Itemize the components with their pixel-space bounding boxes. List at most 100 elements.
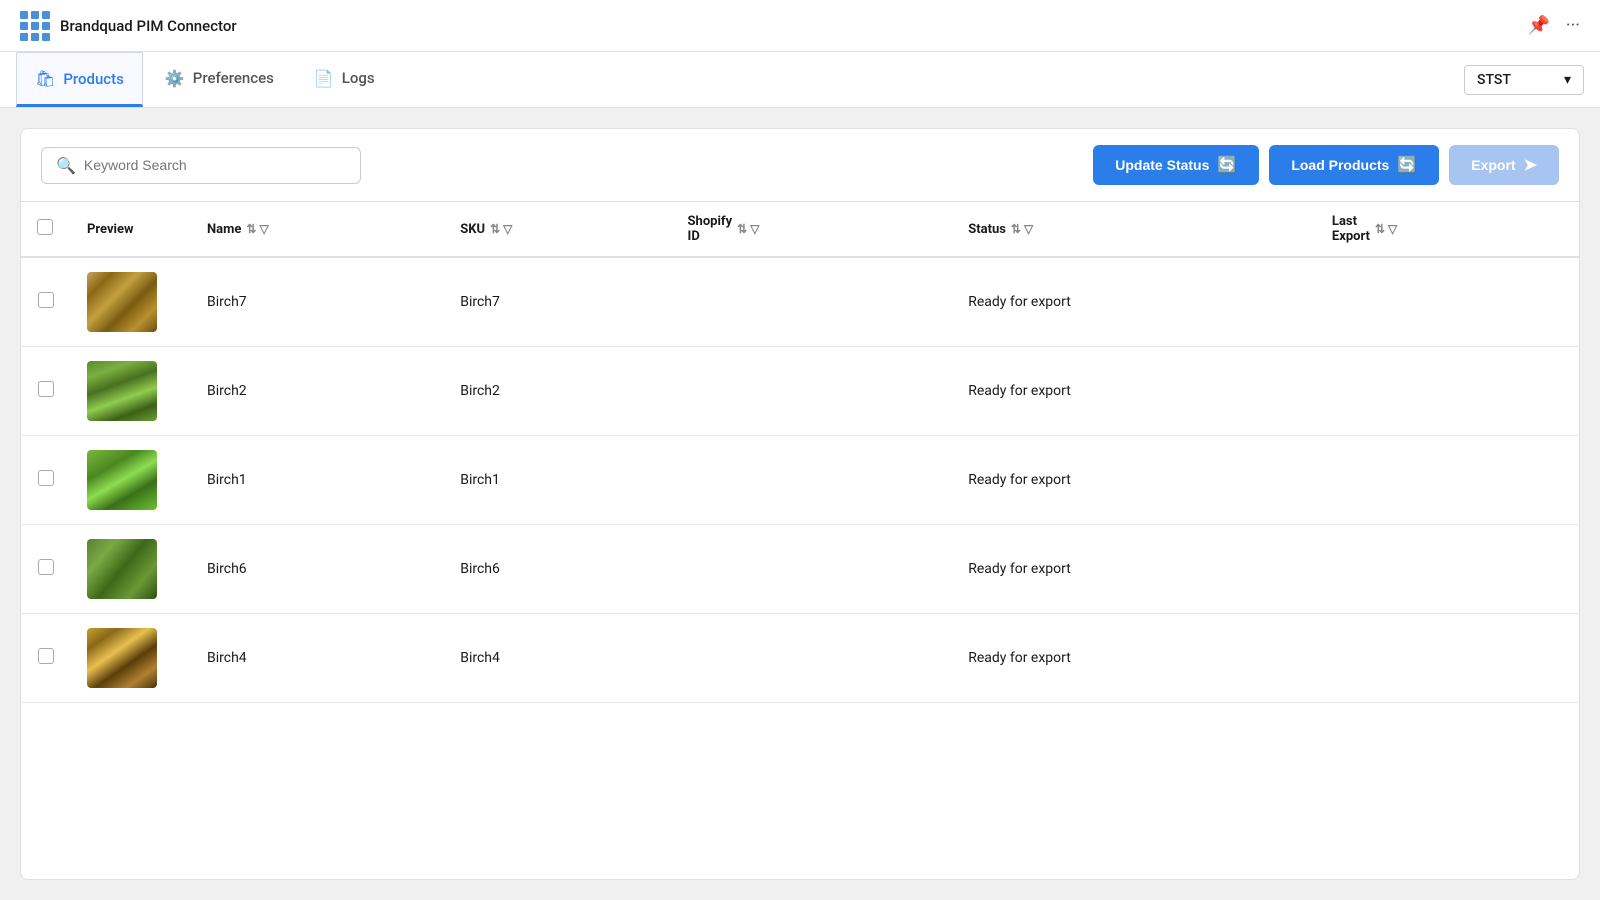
update-status-label: Update Status: [1115, 157, 1209, 173]
row-checkbox-cell: [21, 436, 71, 525]
last-export-filter-icon[interactable]: ▽: [1388, 222, 1397, 236]
update-status-button[interactable]: Update Status 🔄: [1093, 145, 1259, 185]
store-selector[interactable]: STST ▾: [1464, 65, 1584, 95]
export-icon: ➤: [1524, 155, 1537, 175]
row-status-cell: Ready for export: [952, 436, 1316, 525]
row-status-cell: Ready for export: [952, 525, 1316, 614]
table-row: Birch1 Birch1 Ready for export: [21, 436, 1579, 525]
table-row: Birch2 Birch2 Ready for export: [21, 347, 1579, 436]
row-sku-cell: Birch4: [444, 614, 671, 703]
sku-sort-icon[interactable]: ⇅: [490, 222, 500, 236]
row-checkbox[interactable]: [38, 648, 54, 664]
app-grid-icon: [20, 11, 50, 41]
row-name-cell: Birch2: [191, 347, 444, 436]
load-products-icon: 🔄: [1397, 155, 1417, 175]
row-shopify-id-cell: [672, 525, 953, 614]
product-thumbnail: [87, 539, 157, 599]
tab-products[interactable]: 🛍 Products: [16, 52, 143, 107]
sku-filter-icon[interactable]: ▽: [503, 222, 512, 236]
row-name-cell: Birch7: [191, 257, 444, 347]
row-status-cell: Ready for export: [952, 257, 1316, 347]
select-all-header: [21, 202, 71, 257]
row-shopify-id-cell: [672, 614, 953, 703]
search-input[interactable]: [84, 157, 346, 173]
row-checkbox[interactable]: [38, 470, 54, 486]
products-tab-label: Products: [63, 70, 124, 88]
row-last-export-cell: [1316, 614, 1579, 703]
more-options-icon[interactable]: ···: [1566, 15, 1580, 36]
products-tab-icon: 🛍: [35, 69, 55, 88]
row-preview-cell: [71, 257, 191, 347]
row-preview-cell: [71, 436, 191, 525]
row-sku-cell: Birch1: [444, 436, 671, 525]
store-selector-container: STST ▾: [1464, 52, 1584, 107]
row-preview-cell: [71, 347, 191, 436]
pin-icon[interactable]: 📌: [1527, 15, 1549, 36]
product-thumbnail: [87, 272, 157, 332]
shopify-id-filter-icon[interactable]: ▽: [750, 222, 759, 236]
preferences-tab-icon: ⚙️: [165, 69, 185, 88]
products-table: Preview Name ⇅ ▽: [21, 202, 1579, 703]
preview-column-header: Preview: [71, 202, 191, 257]
logs-tab-icon: 📄: [314, 69, 334, 88]
app-title: Brandquad PIM Connector: [60, 17, 237, 35]
name-column-header: Name ⇅ ▽: [191, 202, 444, 257]
shopify-id-sort-icon[interactable]: ⇅: [737, 222, 747, 236]
row-shopify-id-cell: [672, 257, 953, 347]
row-checkbox-cell: [21, 347, 71, 436]
load-products-button[interactable]: Load Products 🔄: [1269, 145, 1439, 185]
row-sku-cell: Birch7: [444, 257, 671, 347]
row-shopify-id-cell: [672, 436, 953, 525]
row-name-cell: Birch1: [191, 436, 444, 525]
sku-column-header: SKU ⇅ ▽: [444, 202, 671, 257]
row-checkbox[interactable]: [38, 559, 54, 575]
load-products-label: Load Products: [1291, 157, 1389, 173]
chevron-down-icon: ▾: [1564, 72, 1571, 88]
export-label: Export: [1471, 157, 1515, 173]
top-bar: Brandquad PIM Connector 📌 ···: [0, 0, 1600, 52]
tab-logs[interactable]: 📄 Logs: [296, 52, 393, 107]
export-button[interactable]: Export ➤: [1449, 145, 1559, 185]
row-name-cell: Birch4: [191, 614, 444, 703]
table-row: Birch6 Birch6 Ready for export: [21, 525, 1579, 614]
row-shopify-id-cell: [672, 347, 953, 436]
row-checkbox-cell: [21, 257, 71, 347]
table-row: Birch7 Birch7 Ready for export: [21, 257, 1579, 347]
row-preview-cell: [71, 614, 191, 703]
nav-tabs: 🛍 Products ⚙️ Preferences 📄 Logs STST ▾: [0, 52, 1600, 108]
product-thumbnail: [87, 628, 157, 688]
row-preview-cell: [71, 525, 191, 614]
last-export-sort-icon[interactable]: ⇅: [1375, 222, 1385, 236]
app-branding: Brandquad PIM Connector: [20, 11, 237, 41]
row-checkbox-cell: [21, 525, 71, 614]
row-last-export-cell: [1316, 436, 1579, 525]
row-sku-cell: Birch2: [444, 347, 671, 436]
row-checkbox[interactable]: [38, 381, 54, 397]
status-column-header: Status ⇅ ▽: [952, 202, 1316, 257]
row-checkbox[interactable]: [38, 292, 54, 308]
row-sku-cell: Birch6: [444, 525, 671, 614]
main-content: 🔍 Update Status 🔄 Load Products 🔄 Export…: [0, 108, 1600, 900]
row-name-cell: Birch6: [191, 525, 444, 614]
name-sort-icon[interactable]: ⇅: [246, 222, 256, 236]
row-last-export-cell: [1316, 257, 1579, 347]
table-row: Birch4 Birch4 Ready for export: [21, 614, 1579, 703]
toolbar-buttons: Update Status 🔄 Load Products 🔄 Export ➤: [1093, 145, 1559, 185]
update-status-icon: 🔄: [1217, 155, 1237, 175]
status-sort-icon[interactable]: ⇅: [1011, 222, 1021, 236]
preferences-tab-label: Preferences: [193, 69, 274, 87]
tab-preferences[interactable]: ⚙️ Preferences: [147, 52, 292, 107]
row-last-export-cell: [1316, 525, 1579, 614]
name-filter-icon[interactable]: ▽: [259, 222, 268, 236]
select-all-checkbox[interactable]: [37, 219, 53, 235]
nav-tabs-left: 🛍 Products ⚙️ Preferences 📄 Logs: [16, 52, 393, 107]
row-checkbox-cell: [21, 614, 71, 703]
content-card: 🔍 Update Status 🔄 Load Products 🔄 Export…: [20, 128, 1580, 880]
status-filter-icon[interactable]: ▽: [1024, 222, 1033, 236]
top-bar-actions: 📌 ···: [1527, 15, 1580, 36]
product-thumbnail: [87, 361, 157, 421]
search-box[interactable]: 🔍: [41, 147, 361, 184]
row-last-export-cell: [1316, 347, 1579, 436]
row-status-cell: Ready for export: [952, 614, 1316, 703]
row-status-cell: Ready for export: [952, 347, 1316, 436]
